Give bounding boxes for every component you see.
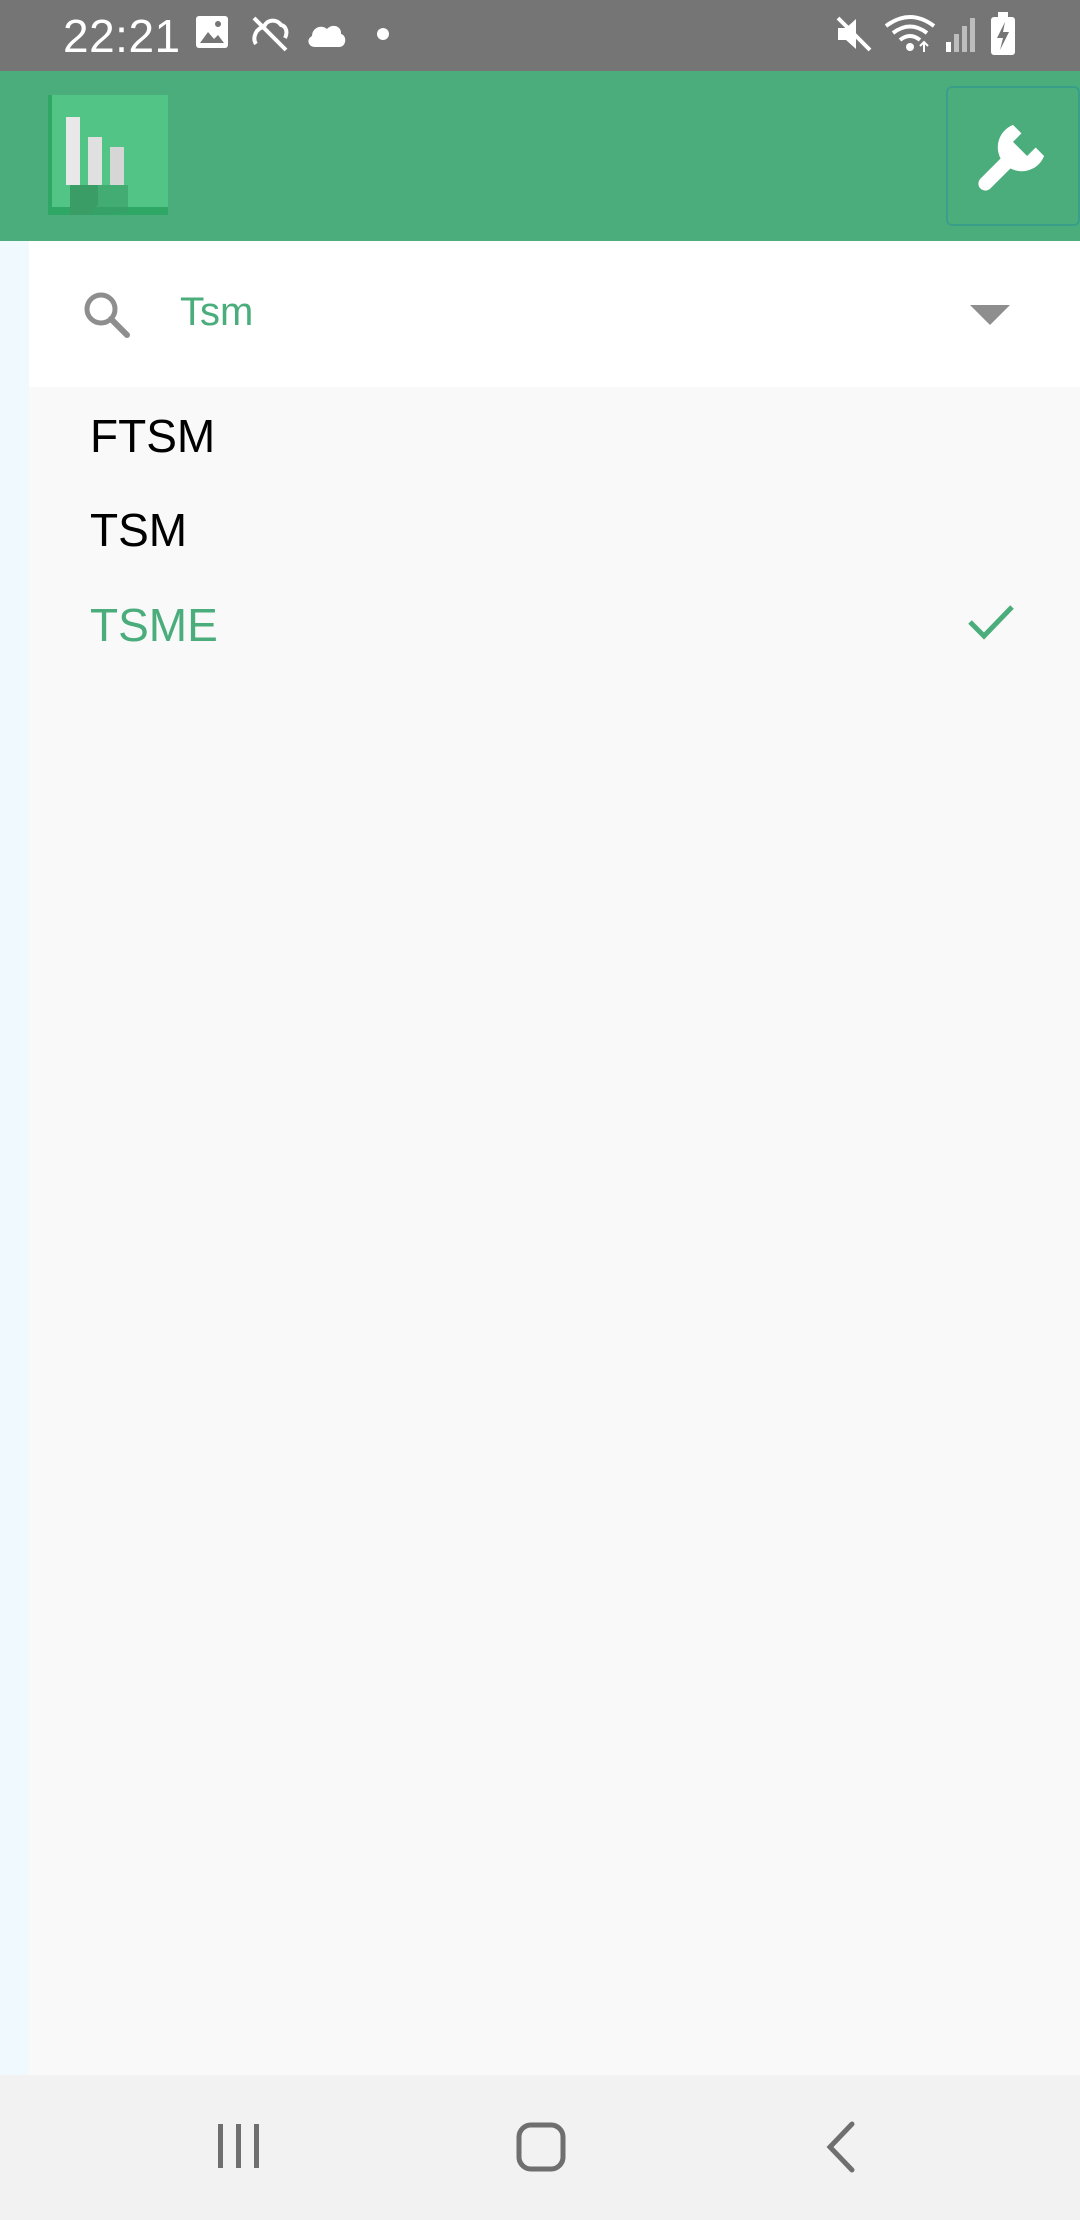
battery-charging-icon	[991, 12, 1015, 55]
option-ftsm[interactable]: FTSM	[29, 389, 1080, 483]
check-icon	[968, 605, 1014, 640]
background-strip	[0, 241, 29, 2075]
app-bar	[0, 71, 1080, 241]
image-icon	[196, 16, 228, 48]
back-icon[interactable]	[820, 2120, 860, 2174]
option-label: FTSM	[90, 410, 216, 462]
option-label: TSME	[90, 599, 218, 651]
search-field[interactable]: Tsm	[29, 241, 1080, 387]
home-icon[interactable]	[514, 2120, 568, 2174]
wrench-icon	[978, 124, 1045, 191]
option-tsme[interactable]: TSME	[29, 578, 1080, 672]
search-input[interactable]: Tsm	[180, 287, 253, 337]
status-time: 22:21	[63, 10, 181, 62]
bar-chart-logo-icon[interactable]	[48, 95, 168, 215]
dot-icon	[377, 28, 389, 40]
cloud-icon	[308, 25, 346, 47]
dropdown-panel: Tsm FTSM TSM TSME	[29, 241, 1080, 2075]
settings-button[interactable]	[946, 86, 1080, 226]
wifi-icon	[884, 15, 936, 52]
signal-icon	[946, 18, 975, 52]
option-label: TSM	[90, 504, 188, 556]
navigation-bar	[0, 2075, 1080, 2220]
triangle-down-icon[interactable]	[970, 305, 1010, 327]
recent-apps-icon[interactable]	[214, 2120, 264, 2172]
sync-off-icon	[252, 16, 289, 52]
mute-icon	[836, 16, 872, 52]
option-tsm[interactable]: TSM	[29, 483, 1080, 577]
search-icon	[84, 292, 130, 338]
status-bar: 22:21	[0, 0, 1080, 71]
